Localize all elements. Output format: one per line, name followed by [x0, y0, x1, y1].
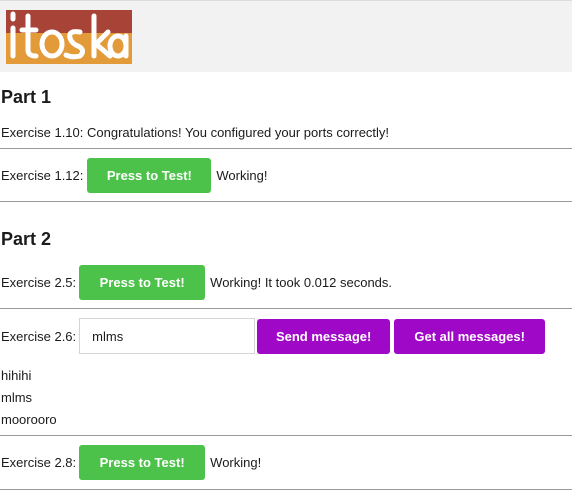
- message-list-item: mlms: [1, 390, 33, 405]
- exercise-2-8-label: Exercise 2.8:: [1, 454, 77, 470]
- message-list-item: moorooro: [1, 412, 57, 427]
- message-input[interactable]: mlms: [79, 318, 256, 354]
- part-2-heading: Part 2: [1, 228, 52, 249]
- app-logo[interactable]: [6, 10, 132, 69]
- exercise-1-12-row: Exercise 1.12: Press to Test! Working!: [1, 157, 572, 193]
- exercise-1-12-status: Working!: [216, 167, 268, 183]
- divider: [0, 435, 572, 436]
- exercise-2-6-label: Exercise 2.6:: [1, 328, 77, 344]
- exercise-1-12-label: Exercise 1.12:: [1, 167, 84, 183]
- ex-2-8-press-to-test-button[interactable]: Press to Test!: [79, 444, 206, 480]
- exercise-1-10-text: Exercise 1.10: Congratulations! You conf…: [1, 124, 390, 140]
- divider: [0, 489, 572, 490]
- header-bar: [0, 0, 572, 72]
- ex-2-5-press-to-test-button[interactable]: Press to Test!: [79, 264, 206, 300]
- ex-1-12-press-to-test-button[interactable]: Press to Test!: [87, 157, 212, 193]
- divider: [0, 308, 572, 309]
- divider: [0, 148, 572, 149]
- divider: [0, 201, 572, 202]
- send-message-button[interactable]: Send message!: [257, 318, 391, 354]
- exercise-2-5-status: Working! It took 0.012 seconds.: [210, 274, 393, 290]
- message-list-item: hihihi: [1, 368, 32, 383]
- itoska-logo-icon: [6, 10, 132, 64]
- exercise-2-8-row: Exercise 2.8: Press to Test! Working!: [1, 444, 572, 480]
- exercise-2-5-label: Exercise 2.5:: [1, 274, 77, 290]
- get-all-messages-button[interactable]: Get all messages!: [394, 318, 546, 354]
- exercise-2-8-status: Working!: [210, 454, 262, 470]
- exercise-2-5-row: Exercise 2.5: Press to Test! Working! It…: [1, 264, 572, 300]
- part-1-heading: Part 1: [1, 86, 52, 107]
- exercise-2-6-row: Exercise 2.6: mlms Send message! Get all…: [1, 318, 572, 354]
